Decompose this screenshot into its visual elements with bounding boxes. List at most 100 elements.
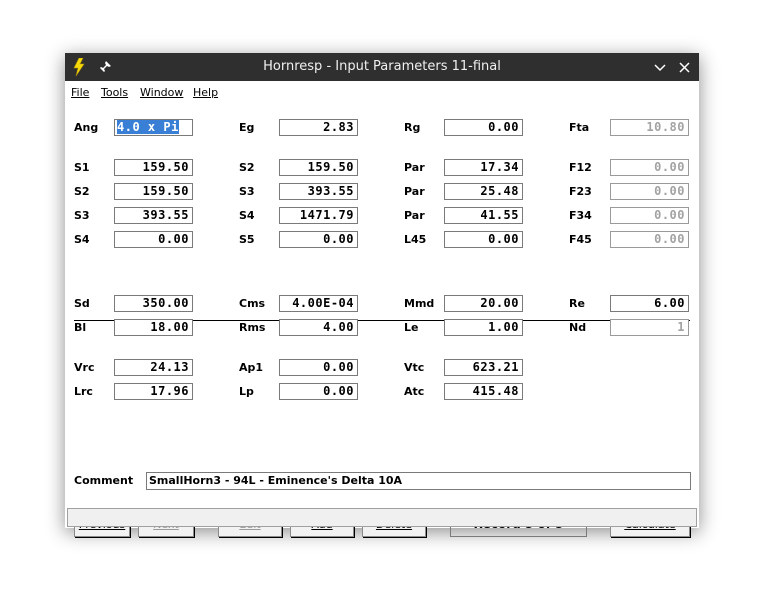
param-field-vtc-7-2[interactable]: 623.21 (444, 359, 523, 376)
param-field-f34-3-3[interactable]: 0.00 (610, 207, 689, 224)
param-value-f45-4-3: 0.00 (654, 232, 685, 246)
param-field-ang-0-0[interactable]: 4.0 x Pi (114, 119, 193, 136)
param-value-s2-2-0: 159.50 (142, 184, 189, 198)
param-value-re-5-3: 6.00 (654, 296, 685, 310)
param-field-s3-2-1[interactable]: 393.55 (279, 183, 358, 200)
param-label-s1-1-0: S1 (74, 161, 90, 174)
param-value-f34-3-3: 0.00 (654, 208, 685, 222)
param-value-s3-3-0: 393.55 (142, 208, 189, 222)
lightning-icon[interactable] (69, 53, 89, 81)
param-field-par-1-2[interactable]: 17.34 (444, 159, 523, 176)
param-value-lp-8-1: 0.00 (323, 384, 354, 398)
param-field-f23-2-3[interactable]: 0.00 (610, 183, 689, 200)
param-field-mmd-5-2[interactable]: 20.00 (444, 295, 523, 312)
param-label-f12-1-3: F12 (569, 161, 592, 174)
param-value-s5-4-1: 0.00 (323, 232, 354, 246)
param-label-par-1-2: Par (404, 161, 425, 174)
menu-file[interactable]: File (71, 86, 89, 99)
param-field-lp-8-1[interactable]: 0.00 (279, 383, 358, 400)
param-value-cms-5-1: 4.00E-04 (292, 296, 354, 310)
param-value-ap1-7-1: 0.00 (323, 360, 354, 374)
param-field-cms-5-1[interactable]: 4.00E-04 (279, 295, 358, 312)
param-field-rg-0-2[interactable]: 0.00 (444, 119, 523, 136)
app-window: Hornresp - Input Parameters 11-final Fil… (65, 53, 699, 537)
chevron-down-icon[interactable] (649, 53, 671, 81)
param-value-eg-0-1: 2.83 (323, 120, 354, 134)
param-field-sd-5-0[interactable]: 350.00 (114, 295, 193, 312)
param-value-rms-6-1: 4.00 (323, 320, 354, 334)
param-label-s5-4-1: S5 (239, 233, 255, 246)
param-field-s4-3-1[interactable]: 1471.79 (279, 207, 358, 224)
param-field-bl-6-0[interactable]: 18.00 (114, 319, 193, 336)
param-value-s2-1-1: 159.50 (307, 160, 354, 174)
param-label-s3-3-0: S3 (74, 209, 90, 222)
param-field-par-3-2[interactable]: 41.55 (444, 207, 523, 224)
param-label-ang-0-0: Ang (74, 121, 99, 134)
param-field-f12-1-3[interactable]: 0.00 (610, 159, 689, 176)
param-value-sd-5-0: 350.00 (142, 296, 189, 310)
param-field-lrc-8-0[interactable]: 17.96 (114, 383, 193, 400)
param-field-ap1-7-1[interactable]: 0.00 (279, 359, 358, 376)
param-label-lp-8-1: Lp (239, 385, 254, 398)
param-field-fta-0-3[interactable]: 10.80 (610, 119, 689, 136)
param-field-s2-1-1[interactable]: 159.50 (279, 159, 358, 176)
param-field-eg-0-1[interactable]: 2.83 (279, 119, 358, 136)
param-label-s2-2-0: S2 (74, 185, 90, 198)
param-value-l45-4-2: 0.00 (488, 232, 519, 246)
param-field-par-2-2[interactable]: 25.48 (444, 183, 523, 200)
param-label-l45-4-2: L45 (404, 233, 427, 246)
param-field-re-5-3[interactable]: 6.00 (610, 295, 689, 312)
param-field-l45-4-2[interactable]: 0.00 (444, 231, 523, 248)
pin-icon[interactable] (95, 53, 115, 81)
param-value-mmd-5-2: 20.00 (480, 296, 519, 310)
param-field-s4-4-0[interactable]: 0.00 (114, 231, 193, 248)
param-value-s3-2-1: 393.55 (307, 184, 354, 198)
param-value-vrc-7-0: 24.13 (150, 360, 189, 374)
param-label-s4-4-0: S4 (74, 233, 90, 246)
param-field-nd-6-3[interactable]: 1 (610, 319, 689, 336)
param-label-nd-6-3: Nd (569, 321, 587, 334)
param-value-s1-1-0: 159.50 (142, 160, 189, 174)
param-label-atc-8-2: Atc (404, 385, 425, 398)
param-value-s4-3-1: 1471.79 (299, 208, 354, 222)
param-value-ang-0-0: 4.0 x Pi (117, 120, 179, 134)
param-label-mmd-5-2: Mmd (404, 297, 435, 310)
param-field-s3-3-0[interactable]: 393.55 (114, 207, 193, 224)
menu-bar: File Tools Window Help (65, 81, 699, 102)
menu-help[interactable]: Help (193, 86, 218, 99)
param-field-s5-4-1[interactable]: 0.00 (279, 231, 358, 248)
param-label-ap1-7-1: Ap1 (239, 361, 264, 374)
parameters-panel: Comment SmallHorn3 - 94L - Eminence's De… (65, 102, 699, 537)
param-label-s2-1-1: S2 (239, 161, 255, 174)
param-value-atc-8-2: 415.48 (472, 384, 519, 398)
param-field-s1-1-0[interactable]: 159.50 (114, 159, 193, 176)
param-value-nd-6-3: 1 (677, 320, 685, 334)
param-field-le-6-2[interactable]: 1.00 (444, 319, 523, 336)
param-field-vrc-7-0[interactable]: 24.13 (114, 359, 193, 376)
param-label-bl-6-0: Bl (74, 321, 87, 334)
param-label-s4-3-1: S4 (239, 209, 255, 222)
close-icon[interactable] (673, 53, 695, 81)
window-title: Hornresp - Input Parameters 11-final (263, 59, 501, 74)
param-value-s4-4-0: 0.00 (158, 232, 189, 246)
param-field-rms-6-1[interactable]: 4.00 (279, 319, 358, 336)
param-label-lrc-8-0: Lrc (74, 385, 93, 398)
param-field-s2-2-0[interactable]: 159.50 (114, 183, 193, 200)
param-label-par-2-2: Par (404, 185, 425, 198)
param-value-f23-2-3: 0.00 (654, 184, 685, 198)
param-label-le-6-2: Le (404, 321, 419, 334)
menu-tools[interactable]: Tools (101, 86, 128, 99)
title-bar: Hornresp - Input Parameters 11-final (65, 53, 699, 81)
param-label-eg-0-1: Eg (239, 121, 255, 134)
param-value-f12-1-3: 0.00 (654, 160, 685, 174)
param-label-f45-4-3: F45 (569, 233, 592, 246)
param-value-par-2-2: 25.48 (480, 184, 519, 198)
param-value-par-1-2: 17.34 (480, 160, 519, 174)
param-field-atc-8-2[interactable]: 415.48 (444, 383, 523, 400)
param-field-f45-4-3[interactable]: 0.00 (610, 231, 689, 248)
param-label-s3-2-1: S3 (239, 185, 255, 198)
param-value-par-3-2: 41.55 (480, 208, 519, 222)
param-value-lrc-8-0: 17.96 (150, 384, 189, 398)
menu-window[interactable]: Window (140, 86, 183, 99)
comment-field[interactable]: SmallHorn3 - 94L - Eminence's Delta 10A (146, 472, 691, 490)
